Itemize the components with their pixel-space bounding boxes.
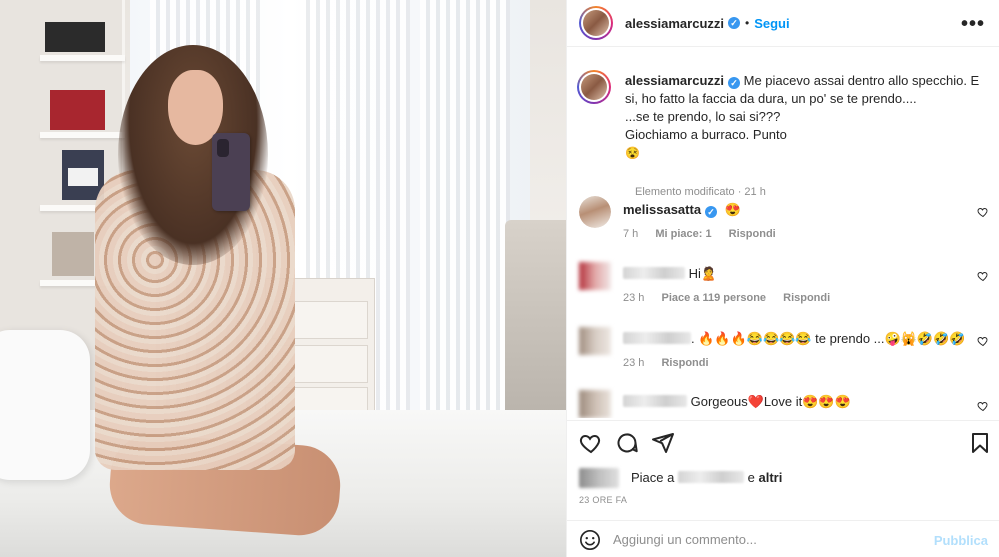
comment-body: melissasatta ✓ 😍 [623, 202, 741, 218]
blurred-username [678, 471, 744, 483]
comment-likes-count[interactable]: Piace a 119 persone [661, 292, 766, 304]
comment-text: 😍 [724, 202, 741, 217]
heart-icon[interactable] [977, 270, 989, 282]
caption-avatar[interactable] [577, 70, 611, 104]
photo-curtain-right [420, 0, 510, 410]
comment-time: 23 h [623, 292, 645, 304]
photo-pillow [0, 330, 90, 480]
post-timestamp[interactable]: 23 ORE FA [579, 495, 627, 505]
emoji-icon[interactable] [579, 529, 601, 551]
liker-avatars[interactable] [579, 468, 619, 488]
comment-text: Gorgeous❤️Love it😍😍😍 [690, 394, 851, 409]
heart-icon[interactable] [579, 431, 603, 455]
comment-meta: 23 h Piace a 119 persone Rispondi [623, 292, 844, 304]
blurred-username [623, 395, 687, 407]
verified-icon: ✓ [728, 17, 741, 29]
post-photo[interactable] [0, 0, 566, 557]
likes-others[interactable]: altri [758, 470, 782, 485]
verified-icon: ✓ [728, 77, 741, 89]
post-header: alessiamarcuzzi ✓ • Segui ••• [567, 0, 999, 47]
add-comment-bar: Pubblica [567, 520, 999, 557]
comment-username[interactable]: melissasatta [623, 202, 701, 217]
caption-meta: Elemento modificato · 21 h [635, 186, 766, 198]
caption-line-3: Giochiamo a burraco. Punto [625, 127, 787, 142]
verified-icon: ✓ [705, 206, 718, 218]
reply-button[interactable]: Rispondi [783, 292, 830, 304]
comment-time: 23 h [623, 357, 645, 369]
comment-icon[interactable] [615, 431, 639, 455]
more-options-icon[interactable]: ••• [961, 13, 985, 36]
comment-avatar[interactable] [579, 390, 611, 418]
action-bar [567, 420, 999, 465]
likes-text[interactable]: Piace a e altri [631, 470, 782, 485]
photo-chair [505, 220, 566, 420]
comments-list[interactable]: alessiamarcuzzi ✓ Me piacevo assai dentro… [567, 48, 999, 418]
comment-avatar[interactable] [579, 196, 611, 228]
comment-meta: 23 h Rispondi [623, 357, 723, 369]
comment-text: Hi🙎 [688, 266, 718, 281]
reply-button[interactable]: Rispondi [729, 228, 776, 240]
post-side-panel: alessiamarcuzzi ✓ • Segui ••• alessiamar… [566, 0, 999, 557]
heart-icon[interactable] [977, 400, 989, 412]
heart-icon[interactable] [977, 206, 989, 218]
blurred-username [623, 332, 691, 344]
follow-button[interactable]: Segui [754, 16, 789, 31]
comment-body: Hi🙎 [623, 266, 717, 282]
reply-button[interactable]: Rispondi [661, 357, 708, 369]
comment-input[interactable] [613, 528, 923, 550]
author-avatar[interactable] [579, 6, 613, 40]
comment-text: . 🔥🔥🔥😂😂😂😂 te prendo ...🤪🙀🤣🤣🤣 [691, 331, 966, 346]
likes-summary: Piace a e altri [579, 467, 989, 489]
comment-avatar[interactable] [579, 327, 611, 355]
bookmark-icon[interactable] [968, 431, 992, 455]
comment-meta: 7 h Mi piace: 1 Rispondi [623, 228, 790, 240]
caption-username[interactable]: alessiamarcuzzi [625, 73, 724, 88]
publish-button[interactable]: Pubblica [934, 533, 988, 548]
comment-likes-count[interactable]: Mi piace: 1 [655, 228, 711, 240]
header-separator: • [745, 16, 750, 30]
caption-line-2: ...se te prendo, lo sai si??? [625, 109, 781, 124]
caption-emoji: 😵 [625, 146, 640, 160]
photo-phone [212, 133, 250, 211]
likes-prefix: Piace a [631, 470, 675, 485]
caption-text: alessiamarcuzzi ✓ Me piacevo assai dentro… [625, 72, 985, 162]
comment-avatar[interactable] [579, 262, 611, 290]
comment-body: . 🔥🔥🔥😂😂😂😂 te prendo ...🤪🙀🤣🤣🤣 [623, 331, 965, 347]
share-icon[interactable] [651, 431, 675, 455]
comment-body: Gorgeous❤️Love it😍😍😍 [623, 394, 851, 410]
heart-icon[interactable] [977, 335, 989, 347]
comment-time: 7 h [623, 228, 639, 240]
blurred-username [623, 267, 685, 279]
author-username[interactable]: alessiamarcuzzi [625, 16, 724, 31]
likes-suffix: e [747, 470, 755, 485]
